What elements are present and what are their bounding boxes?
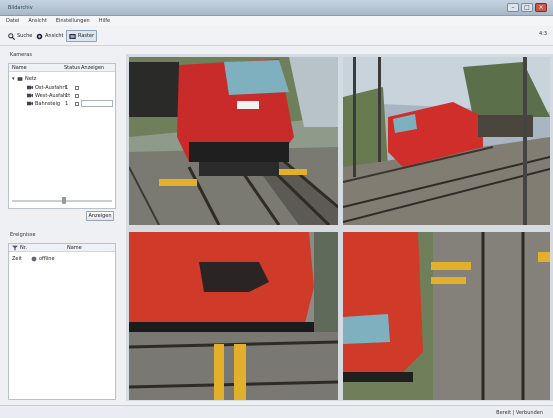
camera-item-label[interactable]: Ost-Ausfahrt: [35, 85, 66, 91]
event-label: offline: [39, 256, 55, 262]
camera-item-edit-field[interactable]: [81, 100, 113, 107]
tree-root-expander[interactable]: ▾: [12, 76, 15, 82]
live-view-button-label: Ansicht: [45, 33, 64, 39]
search-button[interactable]: Suche: [6, 30, 34, 42]
tree-root-label[interactable]: Netz: [25, 76, 36, 82]
camera-view-2[interactable]: [343, 57, 550, 225]
close-button[interactable]: ×: [535, 3, 547, 12]
menu-bar: Datei Ansicht Einstellungen Hilfe: [0, 16, 553, 26]
grid-icon: [69, 33, 76, 39]
event-time: Zeit: [12, 256, 22, 262]
maximize-button[interactable]: □: [521, 3, 533, 12]
camera-icon: [27, 85, 33, 90]
camera-icon: [36, 33, 43, 39]
timeline-slider-thumb[interactable]: [62, 197, 66, 204]
network-icon: [17, 77, 23, 81]
events-table-header: Nr. Name: [9, 244, 115, 252]
col-show[interactable]: Anzeigen: [81, 65, 104, 71]
events-panel: Nr. Name Zeit offline: [8, 243, 116, 400]
toolbar: Suche Ansicht Raster 4:3: [0, 27, 553, 46]
menu-item-view[interactable]: Ansicht: [28, 18, 46, 24]
app-window: Bildarchiv – □ × Datei Ansicht Einstellu…: [0, 0, 553, 418]
live-view-button[interactable]: Ansicht: [34, 30, 65, 42]
camera-item-checkbox[interactable]: [75, 102, 79, 106]
cameras-section-title: Kameras: [10, 52, 32, 58]
grid-view-button[interactable]: Raster: [66, 30, 98, 42]
col-number[interactable]: Nr.: [20, 245, 27, 251]
camera-item-status: 1: [65, 93, 69, 99]
window-title: Bildarchiv: [8, 5, 33, 11]
filter-icon: [12, 245, 18, 251]
col-name[interactable]: Name: [12, 65, 27, 71]
status-bar: Bereit | Verbunden: [0, 405, 553, 418]
camera-item-status: 1: [65, 101, 69, 107]
events-section-title: Ereignisse: [10, 232, 36, 238]
camera-view-4[interactable]: [343, 232, 550, 400]
title-bar[interactable]: Bildarchiv – □ ×: [0, 0, 553, 16]
menu-item-file[interactable]: Datei: [6, 18, 19, 24]
camera-view-1-image: [129, 57, 338, 225]
camera-view-1[interactable]: [129, 57, 338, 225]
camera-view-3-image: [129, 232, 338, 400]
grid-view-button-label: Raster: [78, 33, 95, 39]
menu-item-help[interactable]: Hilfe: [99, 18, 110, 24]
camera-item-checkbox[interactable]: [75, 94, 79, 98]
aspect-ratio-label[interactable]: 4:3: [539, 31, 547, 37]
search-button-label: Suche: [17, 33, 33, 39]
camera-view-4-image: [343, 232, 550, 400]
camera-item-status: 1: [65, 85, 69, 91]
camera-icon: [27, 93, 33, 98]
camera-table-header: Name Status Anzeigen: [9, 64, 115, 72]
apply-button[interactable]: Anzeigen: [86, 211, 114, 221]
col-status[interactable]: Status: [64, 65, 80, 71]
table-row[interactable]: Zeit offline: [9, 255, 115, 263]
col-event-name[interactable]: Name: [67, 245, 82, 251]
camera-item-label[interactable]: Bahnsteig: [35, 101, 60, 107]
camera-icon: [27, 101, 33, 106]
camera-tree-panel: Name Status Anzeigen ▾ Netz Ost-Ausfahrt…: [8, 63, 116, 209]
minimize-button[interactable]: –: [507, 3, 519, 12]
camera-item-checkbox[interactable]: [75, 86, 79, 90]
search-icon: [8, 32, 15, 40]
camera-view-2-image: [343, 57, 550, 225]
camera-view-3[interactable]: [129, 232, 338, 400]
camera-icon: [31, 256, 37, 262]
status-text: Bereit | Verbunden: [496, 410, 543, 416]
menu-item-settings[interactable]: Einstellungen: [56, 18, 90, 24]
